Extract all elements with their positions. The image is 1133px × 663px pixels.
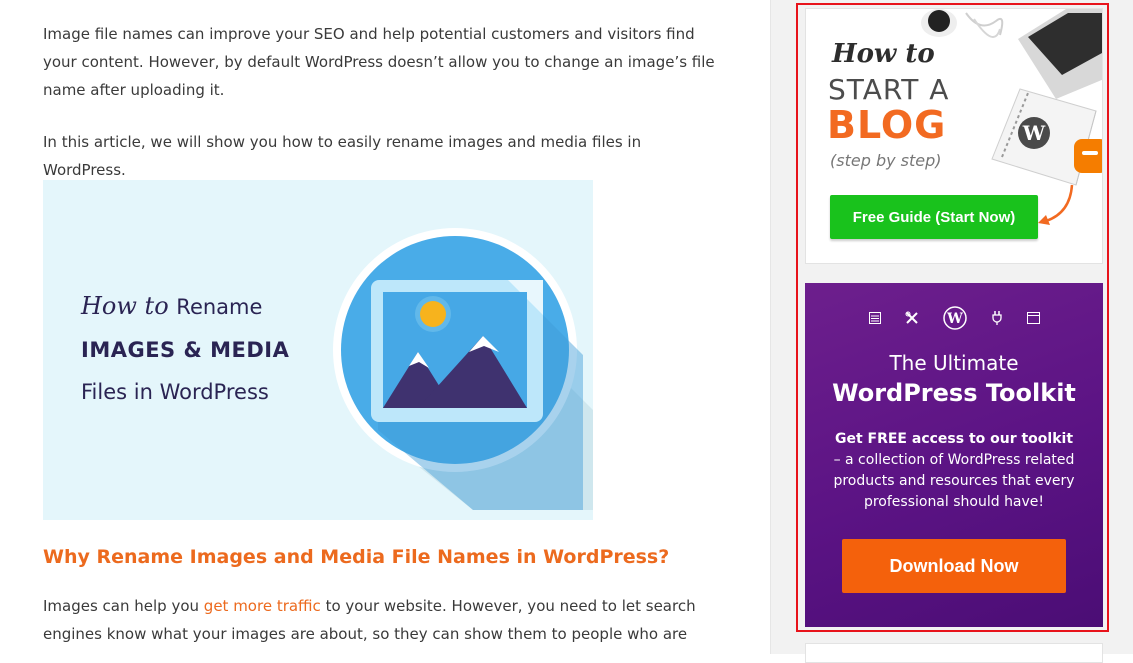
summary-paragraph: In this article, we will show you how to… [43, 133, 642, 179]
hero-rename: Rename [176, 295, 263, 319]
hero-howto: How to Rename [81, 292, 262, 320]
section-heading: Why Rename Images and Media File Names i… [43, 546, 670, 568]
next-sidebar-card [805, 643, 1103, 663]
sidebar-highlight-box [796, 3, 1109, 632]
hero-howto-script: How to [81, 292, 169, 320]
traffic-link[interactable]: get more traffic [204, 597, 321, 615]
body-text-before: Images can help you [43, 597, 204, 615]
featured-image: How to Rename IMAGES & MEDIA Files in Wo… [43, 180, 593, 520]
body-paragraph: Images can help you get more traffic to … [43, 592, 723, 648]
intro-paragraph: Image file names can improve your SEO an… [43, 25, 715, 99]
hero-subtitle: Files in WordPress [81, 380, 269, 404]
hero-big-title: IMAGES & MEDIA [81, 338, 290, 362]
